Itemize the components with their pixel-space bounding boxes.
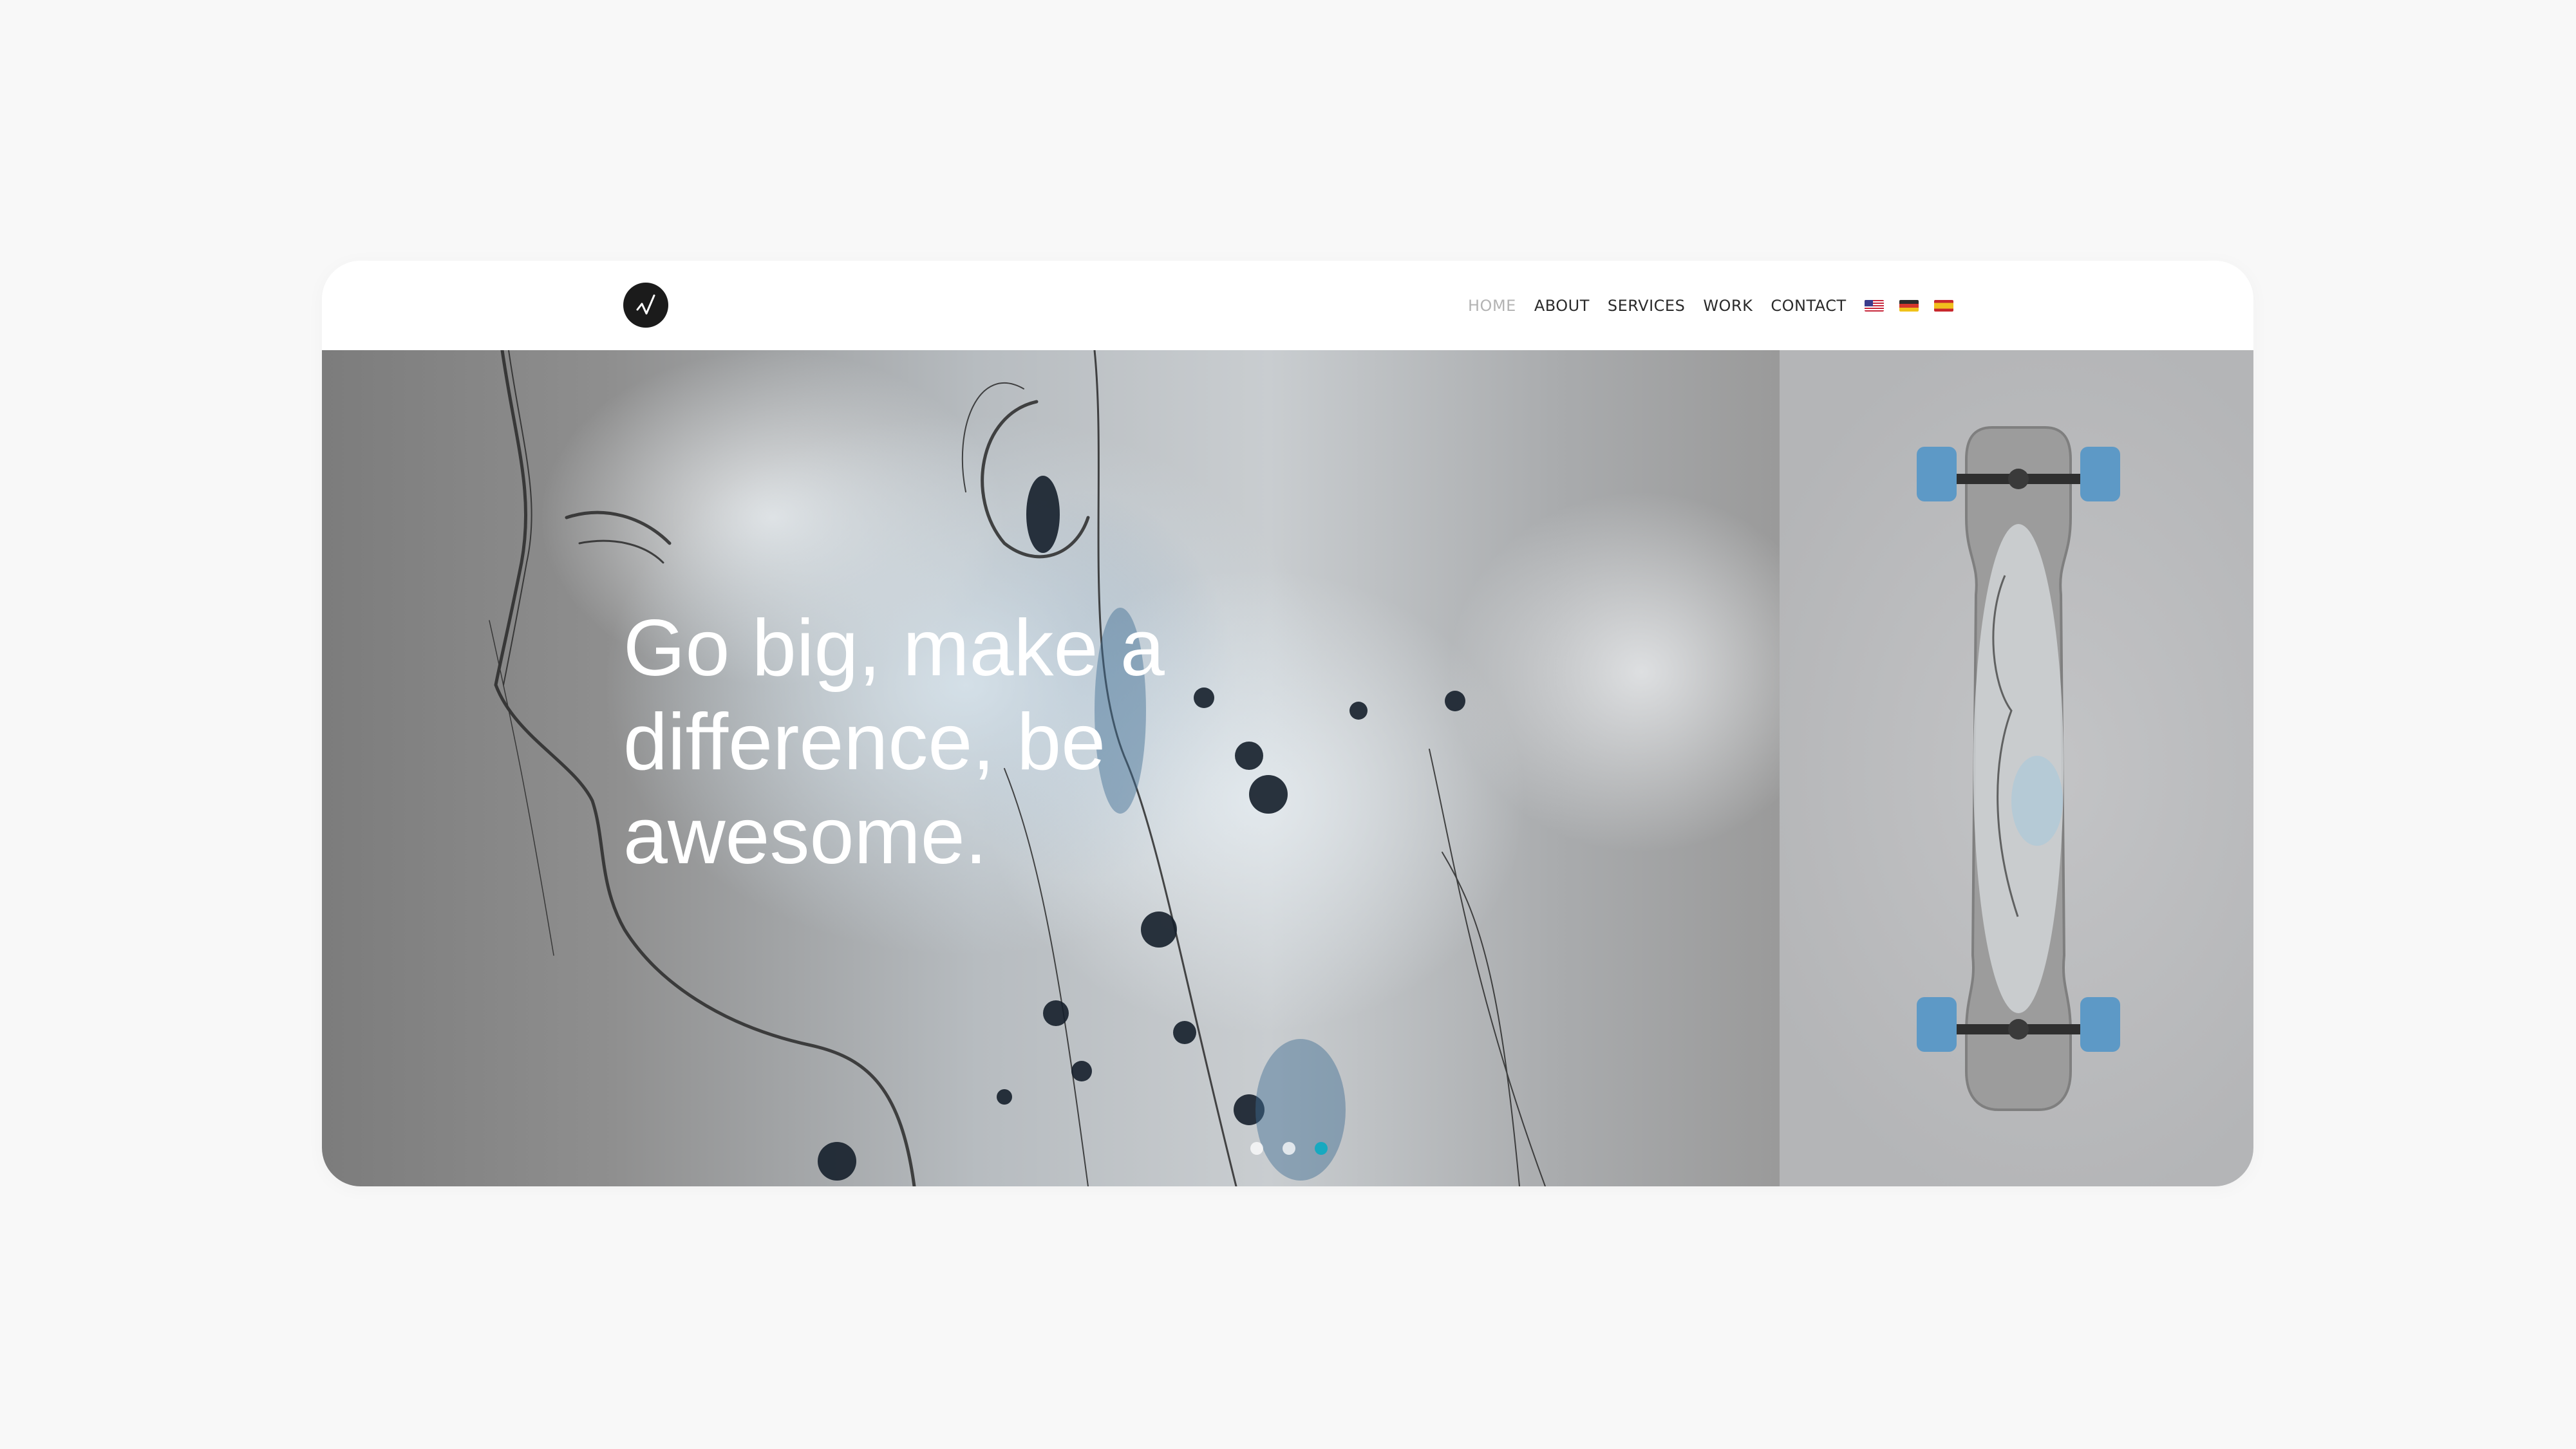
slider-dot[interactable] bbox=[1283, 1142, 1295, 1155]
nav-services[interactable]: SERVICES bbox=[1608, 297, 1685, 315]
site-frame: HOME ABOUT SERVICES WORK CONTACT Go big,… bbox=[322, 261, 2253, 1186]
logo[interactable] bbox=[623, 283, 668, 328]
nav-home[interactable]: HOME bbox=[1468, 297, 1516, 315]
nav-work[interactable]: WORK bbox=[1703, 297, 1753, 315]
hero-sketch-image: Go big, make a difference, be awesome. bbox=[322, 350, 1780, 1186]
checkmark-logo-icon bbox=[636, 294, 655, 315]
es-flag-icon[interactable] bbox=[1933, 300, 1953, 312]
nav-about[interactable]: ABOUT bbox=[1534, 297, 1590, 315]
hero-slider: Go big, make a difference, be awesome. bbox=[322, 350, 2253, 1186]
de-flag-icon[interactable] bbox=[1899, 300, 1919, 312]
nav-contact[interactable]: CONTACT bbox=[1771, 297, 1846, 315]
slider-dots bbox=[1250, 1142, 1347, 1155]
hero-headline: Go big, make a difference, be awesome. bbox=[623, 604, 1165, 881]
slider-dot[interactable] bbox=[1250, 1142, 1263, 1155]
longboard-deck bbox=[1965, 426, 2072, 1111]
top-navbar: HOME ABOUT SERVICES WORK CONTACT bbox=[322, 261, 2253, 350]
main-nav: HOME ABOUT SERVICES WORK CONTACT bbox=[1468, 292, 1969, 320]
us-flag-icon[interactable] bbox=[1864, 300, 1884, 312]
slider-dot-active[interactable] bbox=[1315, 1142, 1328, 1155]
longboard-image bbox=[1780, 350, 2253, 1186]
